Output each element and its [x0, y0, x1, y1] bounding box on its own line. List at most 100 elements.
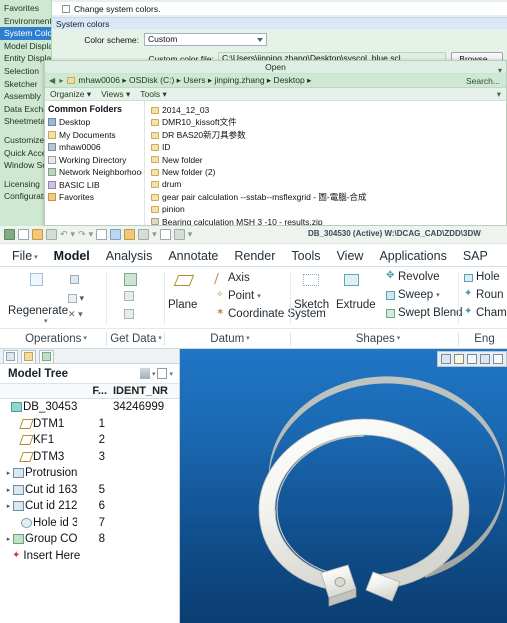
list-item[interactable]: DMR10_kissoft文件 — [149, 116, 506, 128]
sketch-icon[interactable] — [303, 274, 319, 286]
change-system-colors-checkbox[interactable] — [62, 4, 70, 13]
list-item[interactable]: drum — [149, 178, 506, 190]
extrude-icon[interactable] — [344, 274, 359, 286]
folder-browser-icon[interactable] — [124, 229, 136, 240]
folder-browser-tab[interactable] — [39, 349, 54, 363]
list-item[interactable]: New folder (2) — [149, 166, 506, 178]
tree-node-dtm1[interactable]: DTM1 1 — [0, 416, 179, 433]
sidebar-item-favorites[interactable]: Favorites — [0, 2, 51, 15]
tab-render[interactable]: Render — [226, 248, 283, 266]
sweep-button[interactable]: Sweep ▾ — [386, 288, 440, 303]
extrude-label[interactable]: Extrude — [336, 299, 376, 311]
settings-icon[interactable] — [157, 368, 168, 379]
import-icon[interactable] — [124, 273, 137, 286]
place-item-mhaw0006[interactable]: mhaw0006 — [48, 141, 142, 154]
tree-node-hole-323[interactable]: Hole id 323 7 — [0, 515, 179, 532]
copy-icon[interactable] — [70, 275, 79, 284]
sidebar-item-environment[interactable]: Environment — [0, 15, 51, 28]
breadcrumb-path[interactable]: mhaw0006 ▸ OSDisk (C:) ▸ Users ▸ jinping… — [78, 75, 311, 86]
chevron-down-icon[interactable]: ▾ — [497, 89, 501, 100]
tab-model[interactable]: Model — [46, 248, 98, 266]
group-label-operations[interactable]: Operations ▾ — [8, 329, 104, 349]
change-system-colors-row[interactable]: Change system colors. — [52, 2, 507, 15]
tree-node-cut-163[interactable]: ▸ Cut id 163 5 — [0, 482, 179, 499]
sweep-dropdown-icon[interactable]: ▾ — [436, 288, 440, 303]
filter-icon[interactable] — [139, 368, 150, 379]
tab-file[interactable]: File ▾ — [4, 248, 46, 266]
place-item-working-directory[interactable]: Working Directory — [48, 154, 142, 167]
regenerate-icon[interactable] — [30, 273, 43, 286]
merge-icon[interactable] — [124, 291, 134, 301]
place-item-basic-lib[interactable]: BASIC LIB — [48, 179, 142, 192]
group-label-engineering[interactable]: Eng — [462, 329, 507, 349]
redo-icon[interactable]: ↷ — [78, 229, 86, 240]
tab-sap[interactable]: SAP — [455, 248, 496, 266]
graphics-viewport[interactable] — [180, 349, 507, 623]
column-header-f[interactable]: F... — [77, 385, 107, 397]
place-item-favorites[interactable]: Favorites — [48, 191, 142, 204]
model-tree-tab[interactable] — [3, 349, 18, 363]
tree-node-cut-212[interactable]: ▸ Cut id 212 6 — [0, 498, 179, 515]
new-window-icon[interactable] — [4, 229, 15, 240]
undo-dropdown-icon[interactable]: ▾ — [71, 229, 76, 240]
hole-button[interactable]: Hole — [464, 270, 500, 285]
plane-icon[interactable] — [173, 275, 195, 286]
window-dropdown-icon[interactable]: ▾ — [152, 229, 157, 240]
place-item-desktop[interactable]: Desktop — [48, 116, 142, 129]
sketch-label[interactable]: Sketch — [294, 299, 329, 311]
list-item[interactable]: ID — [149, 141, 506, 153]
sidebar-item-system-colors[interactable]: System Colors — [0, 27, 51, 40]
tree-node-part[interactable]: DB_304530.PRT 34246999 — [0, 399, 179, 416]
retaining-ring-model[interactable] — [180, 349, 507, 623]
views-menu[interactable]: Views ▾ — [101, 89, 130, 100]
tab-view[interactable]: View — [329, 248, 372, 266]
tree-node-dtm3[interactable]: DTM3 3 — [0, 449, 179, 466]
tab-annotate[interactable]: Annotate — [160, 248, 226, 266]
expander[interactable]: ▸ — [4, 486, 13, 494]
chamfer-button[interactable]: ✦ Cham — [464, 306, 507, 321]
expander[interactable]: ▸ — [4, 535, 13, 543]
window-icon[interactable] — [138, 229, 150, 240]
expander[interactable]: ▸ — [4, 469, 13, 477]
search-input[interactable]: Search... — [466, 76, 506, 86]
place-item-my-documents[interactable]: My Documents — [48, 129, 142, 142]
plane-label[interactable]: Plane — [168, 299, 197, 311]
chevron-down-icon[interactable]: ▾ — [498, 64, 502, 77]
point-dropdown-icon[interactable]: ▾ — [257, 289, 261, 304]
quick-access-toolbar[interactable]: ↶ ▾ ↷ ▾ ▾ ▾ DB_304530 (Active) W:\DCAG_C… — [0, 226, 507, 244]
swept-blend-button[interactable]: Swept Blend — [386, 306, 463, 321]
group-label-get-data[interactable]: Get Data ▾ — [110, 329, 162, 349]
file-list[interactable]: 2014_12_03 DMR10_kissoft文件 DR BAS20新刀具参数… — [145, 101, 506, 225]
chevron-down-icon[interactable]: ▾ — [169, 370, 173, 378]
tree-pane-tabs[interactable] — [0, 349, 179, 364]
paste-dropdown-icon[interactable]: ▾ — [80, 293, 85, 303]
tab-tools[interactable]: Tools — [283, 248, 328, 266]
save-icon[interactable] — [46, 229, 57, 240]
paste-icon[interactable] — [68, 294, 77, 304]
list-item[interactable]: gear pair calculation --sstab--msflexgri… — [149, 191, 506, 203]
breadcrumb[interactable]: ◀ ▸ mhaw0006 ▸ OSDisk (C:) ▸ Users ▸ jin… — [45, 74, 506, 88]
column-header-ident-nr[interactable]: IDENT_NR — [107, 385, 179, 397]
undo-icon[interactable]: ↶ — [60, 229, 68, 240]
sidebar-item-model-display[interactable]: Model Display — [0, 40, 51, 53]
delete-icon[interactable]: ✕ — [68, 309, 76, 319]
list-item[interactable]: Bearing calculation MSH 3 -10 - results.… — [149, 216, 506, 225]
color-scheme-select[interactable]: Custom — [144, 33, 267, 46]
regenerate-label[interactable]: Regenerate — [8, 305, 68, 317]
axis-button[interactable]: Axis — [214, 271, 250, 286]
tab-analysis[interactable]: Analysis — [98, 248, 161, 266]
delete-dropdown-icon[interactable]: ▾ — [78, 309, 83, 319]
model-tree-nodes[interactable]: DB_304530.PRT 34246999 DTM1 1 KF1 2 — [0, 399, 179, 564]
list-item[interactable]: pinion — [149, 203, 506, 215]
regenerate-icon[interactable] — [96, 229, 108, 240]
tree-node-kf1[interactable]: KF1 2 — [0, 432, 179, 449]
shrinkwrap-icon[interactable] — [124, 309, 134, 319]
list-item[interactable]: New folder — [149, 154, 506, 166]
chevron-down-icon[interactable]: ▾ — [152, 370, 156, 378]
qat-overflow-icon[interactable]: ▾ — [188, 229, 193, 240]
repaint-icon[interactable] — [110, 229, 122, 240]
revolve-button[interactable]: ✥ Revolve — [386, 270, 440, 285]
group-label-shapes[interactable]: Shapes ▾ — [294, 329, 462, 349]
close-icon[interactable] — [173, 229, 185, 240]
nav-back-forward-icons[interactable]: ◀ ▸ — [49, 76, 64, 85]
